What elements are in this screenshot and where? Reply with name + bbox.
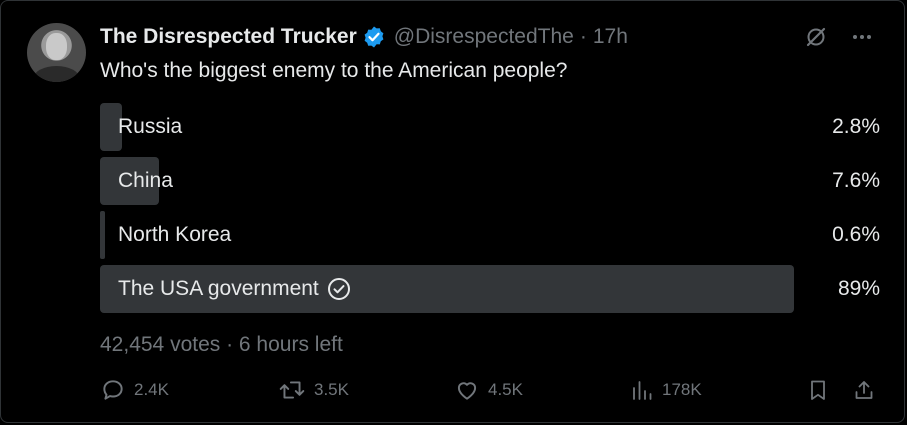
like-icon [457,382,477,400]
poll-option: China 7.6% [100,157,880,205]
top-actions [804,25,874,49]
share-icon [855,381,873,399]
poll: Russia 2.8% China 7.6% North Korea 0.6% … [100,103,880,319]
tweet-header: The Disrespected Trucker @DisrespectedTh… [100,23,884,51]
poll-option: Russia 2.8% [100,103,880,151]
header-separator: · [579,25,587,48]
avatar-head [46,33,67,60]
tweet-card[interactable]: The Disrespected Trucker @DisrespectedTh… [0,0,905,423]
poll-option-percent: 0.6% [832,223,880,246]
author-name[interactable]: The Disrespected Trucker [100,25,357,49]
tweet-time[interactable]: 17h [593,25,628,49]
repost-count: 3.5K [314,380,349,399]
avatar-shoulders [33,66,80,82]
check-circle-icon [327,278,350,300]
like-count: 4.5K [488,380,523,399]
poll-meta: 42,454 votes · 6 hours left [100,333,343,356]
bookmark-button[interactable] [806,377,838,403]
repost-button[interactable]: 3.5K [278,377,349,403]
views-count: 178K [662,380,702,399]
verified-badge-icon[interactable] [362,25,386,49]
poll-option-percent: 89% [837,277,880,300]
grok-icon[interactable] [804,25,828,49]
poll-option-percent: 7.6% [832,169,880,192]
share-button[interactable] [852,377,884,403]
more-icon[interactable] [850,25,874,49]
reply-icon [103,380,123,400]
poll-option: North Korea 0.6% [100,211,880,259]
avatar[interactable] [27,23,86,82]
reply-button[interactable]: 2.4K [100,377,169,403]
poll-option-label: North Korea [118,223,232,246]
tweet-text: Who's the biggest enemy to the American … [100,59,568,82]
action-bar: 2.4K 3.5K 4.5K 178K [100,377,880,413]
like-button[interactable]: 4.5K [454,377,523,403]
repost-icon [279,381,305,399]
poll-option-percent: 2.8% [832,115,880,138]
poll-option-label: The USA government [100,277,351,301]
bookmark-icon [811,380,825,400]
poll-option-label: Russia [118,115,183,138]
poll-option-label: China [118,169,173,192]
poll-option-winner: The USA government 89% [100,265,880,313]
author-handle[interactable]: @DisrespectedThe [394,25,574,49]
reply-count: 2.4K [134,380,169,399]
views-button[interactable]: 178K [630,377,702,403]
views-icon [633,381,652,400]
